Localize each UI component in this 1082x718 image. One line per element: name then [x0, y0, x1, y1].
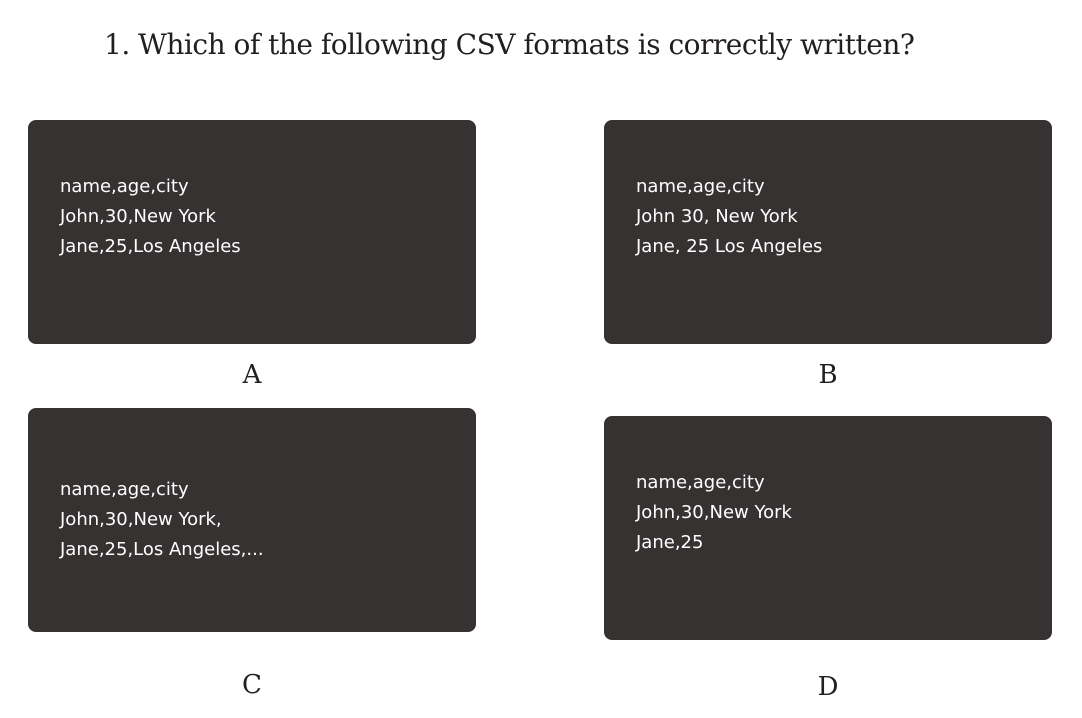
- code-card-b[interactable]: name,age,city John 30, New York Jane, 25…: [604, 120, 1052, 344]
- csv-line: name,age,city: [60, 479, 189, 500]
- code-card-d[interactable]: name,age,city John,30,New York Jane,25: [604, 416, 1052, 640]
- csv-line: name,age,city: [60, 176, 189, 197]
- code-card-a[interactable]: name,age,city John,30,New York Jane,25,L…: [28, 120, 476, 344]
- option-label-a: A: [242, 360, 262, 390]
- csv-line: Jane,25,Los Angeles,...: [60, 539, 264, 560]
- csv-line: John,30,New York: [60, 206, 216, 227]
- csv-line: John,30,New York,: [60, 509, 222, 530]
- code-card-c[interactable]: name,age,city John,30,New York, Jane,25,…: [28, 408, 476, 632]
- question-text: 1. Which of the following CSV formats is…: [104, 28, 915, 61]
- option-label-b: B: [818, 360, 838, 390]
- csv-line: John,30,New York: [636, 502, 792, 523]
- csv-line: Jane,25: [636, 532, 704, 553]
- option-label-d: D: [817, 672, 839, 702]
- option-label-c: C: [242, 670, 262, 700]
- csv-line: John 30, New York: [636, 206, 798, 227]
- csv-line: name,age,city: [636, 176, 765, 197]
- csv-line: Jane, 25 Los Angeles: [636, 236, 823, 257]
- csv-line: Jane,25,Los Angeles: [60, 236, 241, 257]
- csv-line: name,age,city: [636, 472, 765, 493]
